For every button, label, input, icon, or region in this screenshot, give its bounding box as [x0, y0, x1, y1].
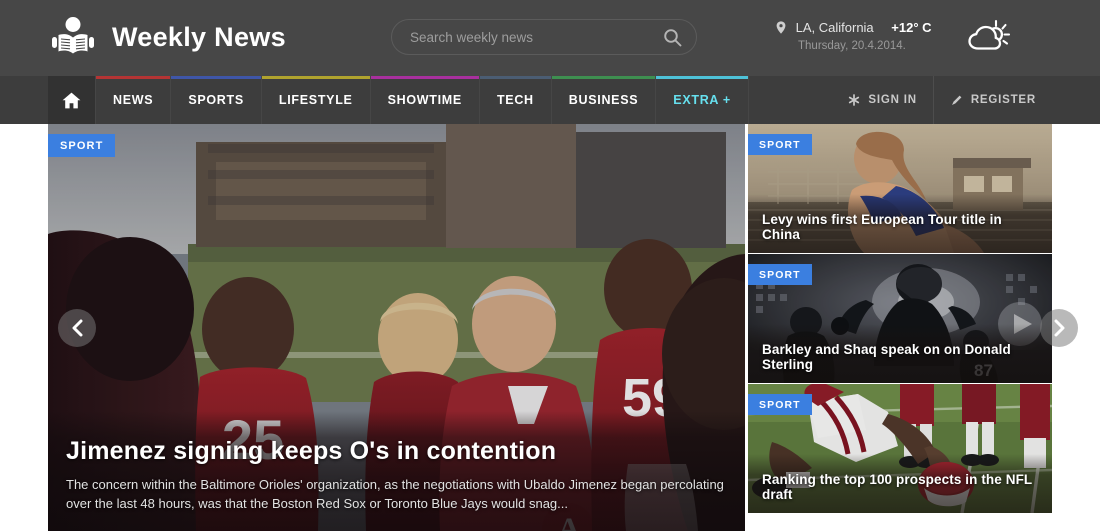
weather-date: Thursday, 20.4.2014. [798, 40, 906, 52]
sign-in-label: SIGN IN [868, 94, 917, 106]
nav-item-label: TECH [496, 93, 534, 107]
location-pin-icon [776, 21, 786, 34]
sidebar-card-3-badge[interactable]: SPORT [748, 394, 812, 415]
nav-item-label: SPORTS [188, 93, 244, 107]
sidebar-card-2[interactable]: 87 SPORT Barkley and Shaq speak on on Do… [748, 254, 1052, 383]
sidebar-card-3-title[interactable]: Ranking the top 100 prospects in the NFL… [762, 472, 1038, 502]
hero-next-button[interactable] [1040, 308, 1078, 347]
nav-item-lifestyle[interactable]: LIFESTYLE [261, 76, 371, 124]
search-icon[interactable] [663, 28, 682, 47]
asterisk-icon [848, 94, 860, 106]
home-icon [62, 92, 81, 109]
nav-accent-bar [171, 76, 261, 79]
partly-cloudy-icon [964, 16, 1012, 60]
nav-item-label: BUSINESS [568, 93, 639, 107]
content-area: 25 A 59 [48, 124, 1078, 531]
search-bar[interactable] [391, 19, 697, 55]
nav-item-label: NEWS [113, 93, 154, 107]
chevron-left-icon [71, 319, 84, 337]
sidebar-card-1-title[interactable]: Levy wins first European Tour title in C… [762, 212, 1038, 242]
site-header: Weekly News Search weekly news LA, Calif… [0, 0, 1100, 76]
sidebar-card-1-badge[interactable]: SPORT [748, 134, 812, 155]
sidebar-article-list: SPORT Levy wins first European Tour titl… [748, 124, 1078, 531]
nav-item-label: EXTRA + [673, 93, 731, 107]
sign-in-button[interactable]: SIGN IN [832, 76, 932, 124]
hero-excerpt: The concern within the Baltimore Orioles… [66, 477, 724, 511]
weather-location-line: LA, California +12° C [776, 20, 932, 35]
hero-prev-button[interactable] [58, 308, 96, 347]
nav-item-label: SHOWTIME [387, 93, 462, 107]
sidebar-card-3-caption: Ranking the top 100 prospects in the NFL… [748, 454, 1052, 513]
chevron-right-icon [1053, 319, 1066, 337]
pencil-icon [950, 94, 963, 107]
nav-accent-bar [96, 76, 171, 79]
nav-item-business[interactable]: BUSINESS [551, 76, 657, 124]
brand-logo[interactable]: Weekly News [48, 12, 286, 62]
register-button[interactable]: REGISTER [932, 76, 1052, 124]
weather-temperature: +12° C [891, 20, 932, 35]
nav-item-label: LIFESTYLE [278, 93, 353, 107]
weather-widget: LA, California +12° C Thursday, 20.4.201… [776, 18, 1011, 60]
nav-item-showtime[interactable]: SHOWTIME [370, 76, 480, 124]
hero-slider[interactable]: 25 A 59 [48, 124, 745, 531]
nav-accent-bar [479, 76, 551, 79]
register-label: REGISTER [970, 94, 1036, 106]
sidebar-card-2-title[interactable]: Barkley and Shaq speak on on Donald Ster… [762, 342, 1038, 372]
book-reader-logo-icon [48, 12, 98, 62]
nav-accent-bar [551, 76, 656, 79]
nav-accent-bar [370, 76, 479, 79]
nav-item-tech[interactable]: TECH [479, 76, 552, 124]
nav-accent-bar [656, 76, 748, 79]
sidebar-card-2-badge[interactable]: SPORT [748, 264, 812, 285]
page-root: Weekly News Search weekly news LA, Calif… [0, 0, 1100, 531]
sidebar-card-2-caption: Barkley and Shaq speak on on Donald Ster… [748, 324, 1052, 383]
site-title: Weekly News [112, 22, 286, 52]
nav-items-group: NEWS SPORTS LIFESTYLE SHOWTIME TECH BUSI… [48, 76, 749, 124]
sidebar-card-3[interactable]: SPORT Ranking the top 100 prospects in t… [748, 384, 1052, 513]
sidebar-card-1-caption: Levy wins first European Tour title in C… [748, 194, 1052, 253]
nav-item-news[interactable]: NEWS [96, 76, 172, 124]
search-input[interactable] [410, 20, 650, 54]
hero-title[interactable]: Jimenez signing keeps O's in contention [66, 437, 727, 466]
nav-accent-bar [261, 76, 370, 79]
nav-item-extra[interactable]: EXTRA + [656, 76, 749, 124]
hero-category-badge[interactable]: SPORT [48, 134, 116, 157]
account-links: SIGN IN REGISTER [832, 76, 1052, 124]
main-navigation: NEWS SPORTS LIFESTYLE SHOWTIME TECH BUSI… [0, 76, 1100, 124]
weather-city: LA, California [795, 20, 874, 35]
sidebar-card-1[interactable]: SPORT Levy wins first European Tour titl… [748, 124, 1052, 253]
nav-item-home[interactable] [48, 76, 96, 124]
hero-caption: Jimenez signing keeps O's in contention … [48, 411, 745, 531]
nav-item-sports[interactable]: SPORTS [171, 76, 262, 124]
